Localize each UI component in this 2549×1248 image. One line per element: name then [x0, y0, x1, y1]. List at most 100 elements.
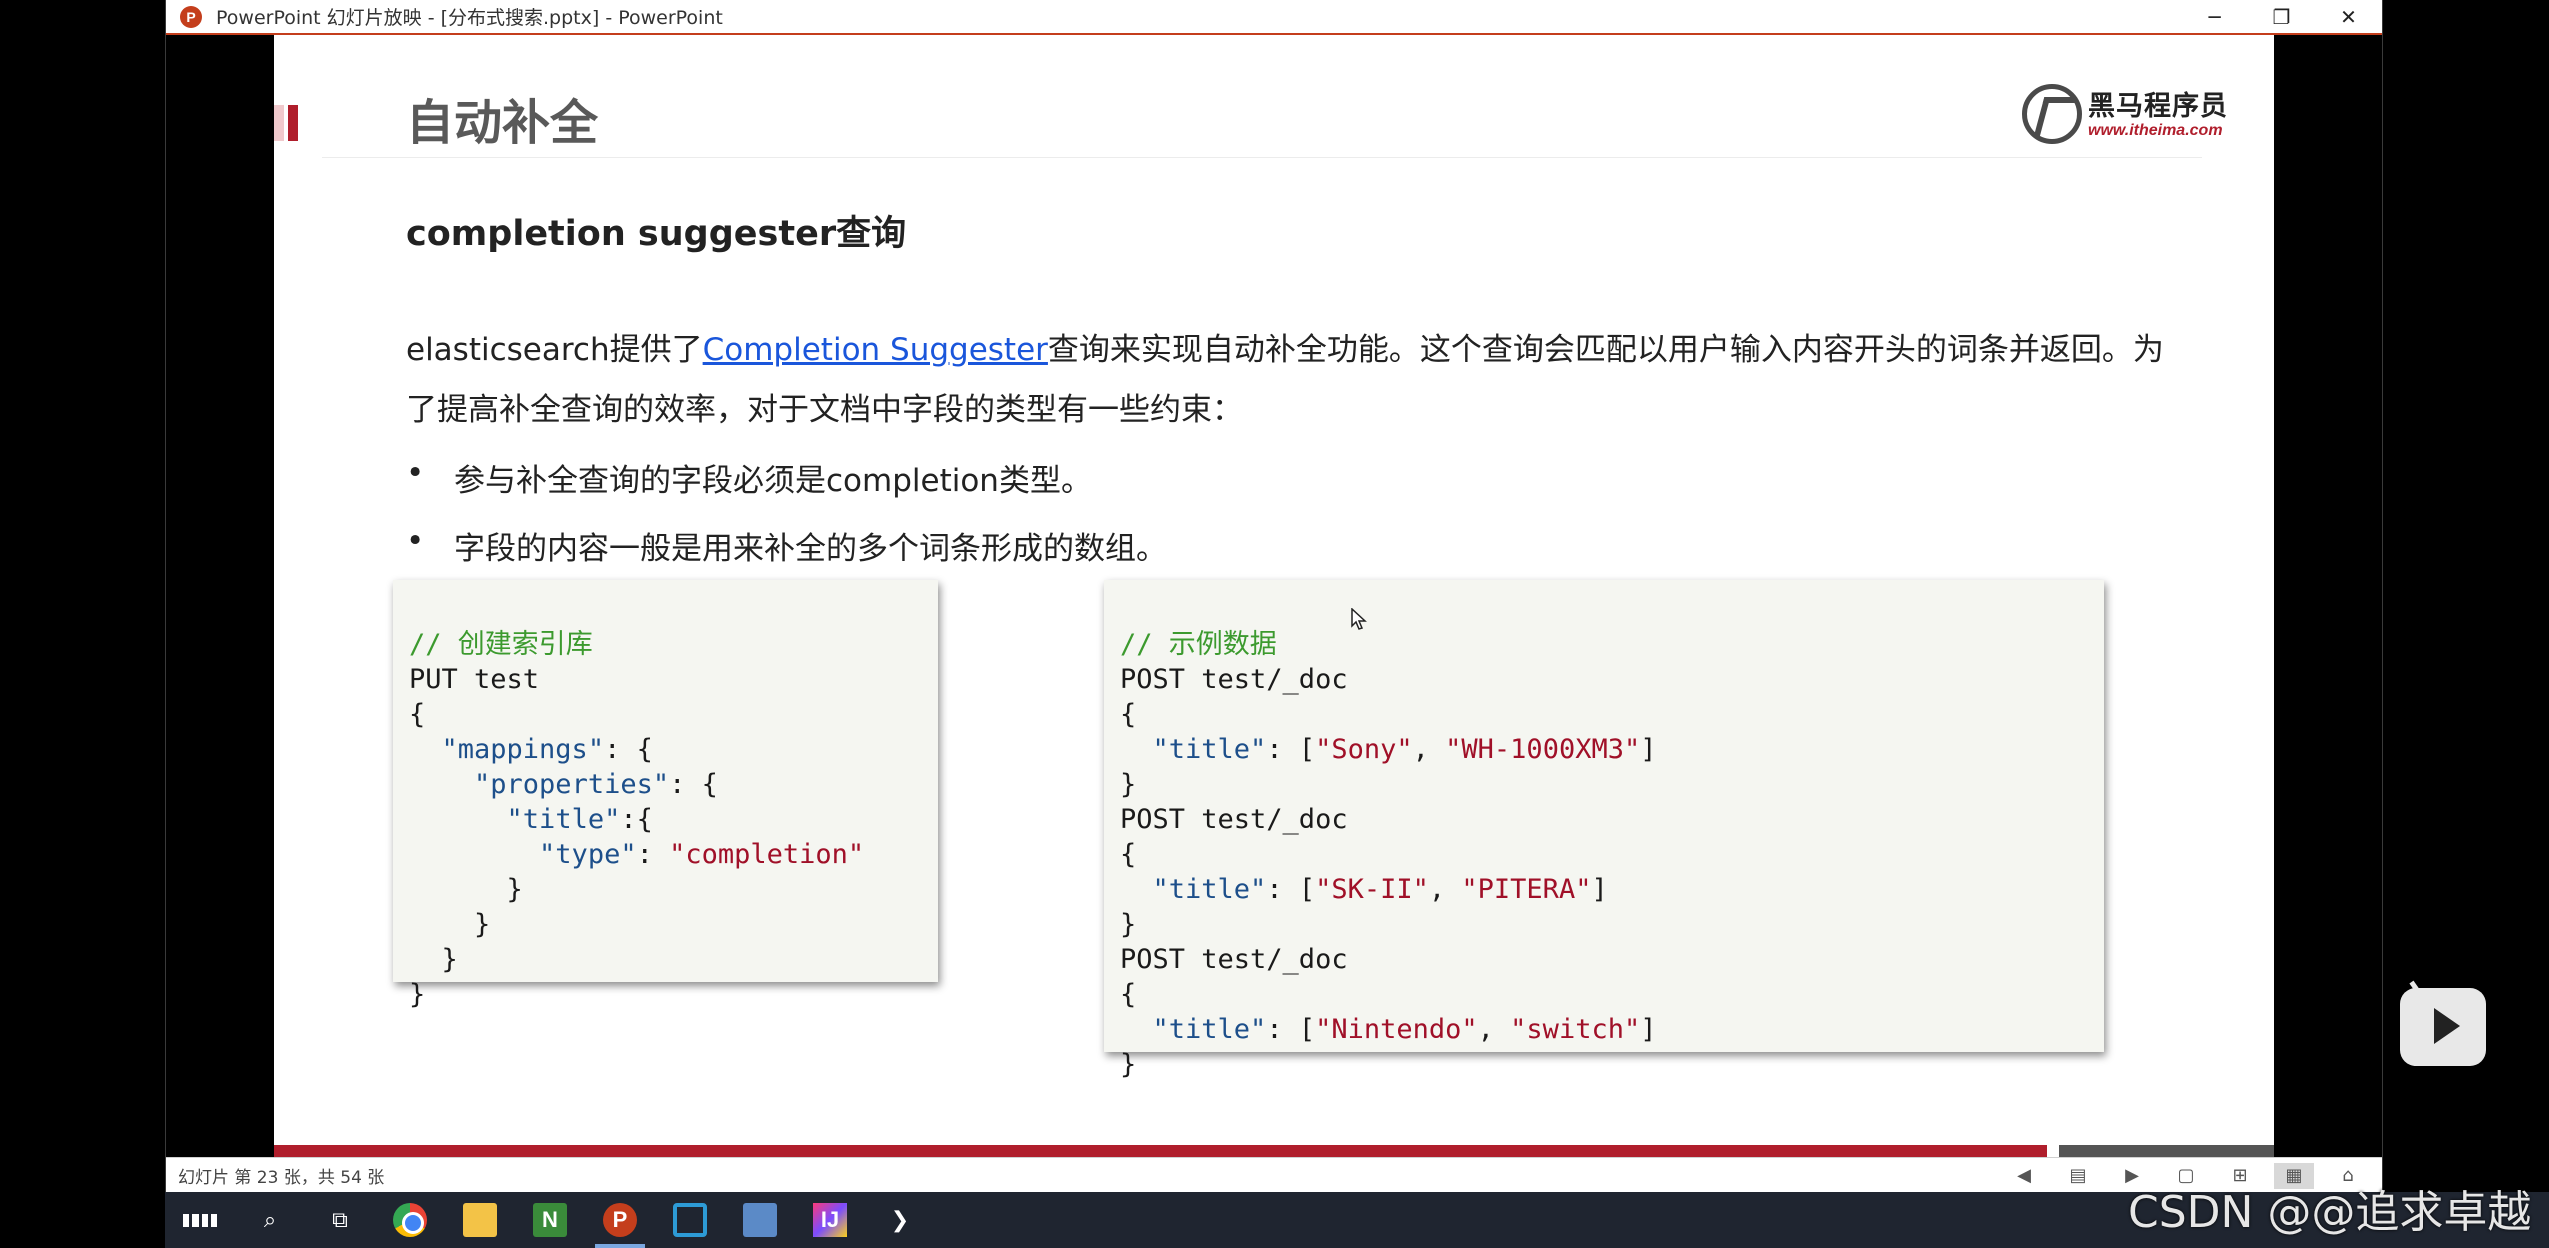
bullet-text: 字段的内容一般是用来补全的多个词条形成的数组。	[454, 531, 1167, 567]
slide-footer-bar-dark	[2059, 1145, 2274, 1157]
code-punct: }	[506, 874, 523, 905]
code-line: {	[1120, 839, 1137, 870]
code-punct: : {	[604, 734, 653, 765]
taskbar-intellij-idea[interactable]: IJ	[795, 1192, 865, 1248]
code-line: }	[409, 979, 426, 1010]
code-line: }	[1120, 769, 1137, 800]
logo-brand-name: 黑马程序员	[2088, 91, 2228, 122]
taskbar-virtualbox[interactable]	[655, 1192, 725, 1248]
slide[interactable]: 自动补全 黑马程序员 www.itheima.com completion su…	[274, 35, 2274, 1157]
code-key: "mappings"	[441, 734, 605, 765]
status-bar: 幻灯片 第 23 张，共 54 张 ◀ ▤ ▶ ▢ ⊞ ▦ ⌂	[166, 1157, 2382, 1192]
code-line: "title": ["SK-II", "PITERA"]	[1152, 874, 1608, 905]
code-line: "title": ["Nintendo", "switch"]	[1152, 1014, 1657, 1045]
code-line: "title": ["Sony", "WH-1000XM3"]	[1152, 734, 1657, 765]
taskbar-chrome[interactable]	[375, 1192, 445, 1248]
search-icon: ⌕	[263, 1207, 277, 1233]
csdn-watermark: CSDN @@追求卓越	[2128, 1187, 2532, 1238]
code-line: }	[409, 942, 922, 977]
code-string: "Nintendo"	[1315, 1014, 1478, 1045]
code-string: "SK-II"	[1315, 874, 1429, 905]
slideshow-stage[interactable]: 自动补全 黑马程序员 www.itheima.com completion su…	[166, 35, 2382, 1157]
windows-start-icon	[183, 1203, 217, 1237]
intro-paragraph: elasticsearch提供了Completion Suggester查询来实…	[406, 320, 2166, 440]
sample-data-code-block: // 示例数据 POST test/_doc { "title": ["Sony",…	[1104, 580, 2104, 1080]
bilibili-play-icon[interactable]	[2400, 988, 2486, 1066]
code-key: "title"	[506, 804, 621, 835]
create-index-code-block: // 创建索引库 PUT test{ "mappings": { "propert…	[393, 580, 938, 1010]
slide-menu-button[interactable]: ▤	[2058, 1163, 2098, 1189]
slide-counter: 幻灯片 第 23 张，共 54 张	[178, 1167, 385, 1188]
slide-footer-bar	[274, 1145, 2047, 1157]
title-divider	[322, 157, 2202, 158]
taskbar-search-button[interactable]: ⌕	[235, 1192, 305, 1248]
code-punct: }	[441, 944, 458, 975]
itheima-logo: 黑马程序员 www.itheima.com	[2022, 80, 2232, 150]
close-button[interactable]: ✕	[2315, 0, 2382, 33]
code-line: POST test/_doc	[1120, 944, 1348, 975]
virtualbox-icon	[673, 1203, 707, 1237]
code-line: }	[409, 872, 922, 907]
code-string: "Sony"	[1315, 734, 1413, 765]
horse-logo-icon	[2022, 84, 2082, 144]
code-comment: // 创建索引库	[409, 629, 593, 660]
code-punct: : {	[669, 769, 718, 800]
bullet-item: • 参与补全查询的字段必须是completion类型。	[406, 455, 1092, 500]
code-punct: :	[636, 839, 670, 870]
code-line: "type": "completion"	[409, 837, 922, 872]
code-key: "type"	[539, 839, 637, 870]
code-string: "WH-1000XM3"	[1445, 734, 1641, 765]
window-title: PowerPoint 幻灯片放映 - [分布式搜索.pptx] - PowerP…	[216, 7, 723, 29]
code-line: POST test/_doc	[1120, 664, 1348, 695]
taskbar-notepad-plus-plus[interactable]: N	[515, 1192, 585, 1248]
code-line: "properties": {	[409, 767, 922, 802]
code-line: "title":{	[409, 802, 922, 837]
code-line: }	[409, 907, 922, 942]
notepad-plus-plus-icon: N	[533, 1203, 567, 1237]
previous-slide-button[interactable]: ◀	[2004, 1163, 2044, 1189]
vscode-icon: ❯	[890, 1207, 910, 1233]
code-comment: // 示例数据	[1120, 629, 1277, 660]
chrome-icon	[393, 1203, 427, 1237]
bullet-dot: •	[406, 523, 425, 559]
code-punct: :{	[620, 804, 653, 835]
code-line: {	[1120, 979, 1137, 1010]
powerpoint-window: P PowerPoint 幻灯片放映 - [分布式搜索.pptx] - Powe…	[165, 0, 2383, 1192]
logo-url: www.itheima.com	[2088, 122, 2223, 139]
restore-button[interactable]: ❐	[2248, 0, 2315, 33]
section-subheading: completion suggester查询	[406, 214, 907, 254]
title-bar: P PowerPoint 幻灯片放映 - [分布式搜索.pptx] - Powe…	[166, 0, 2382, 35]
code-string: "switch"	[1510, 1014, 1641, 1045]
completion-suggester-link[interactable]: Completion Suggester	[703, 332, 1048, 368]
code-line: POST test/_doc	[1120, 804, 1348, 835]
code-string: "PITERA"	[1461, 874, 1592, 905]
code-line: {	[409, 699, 426, 730]
code-punct: }	[474, 909, 491, 940]
window-controls: ─ ❐ ✕	[2181, 0, 2382, 33]
code-key: "properties"	[474, 769, 670, 800]
code-key: "title"	[1152, 1014, 1267, 1045]
bullet-text: 参与补全查询的字段必须是completion类型。	[454, 463, 1092, 499]
taskbar-vscode[interactable]: ❯	[865, 1192, 935, 1248]
task-view-button[interactable]: ⧉	[305, 1192, 375, 1248]
powerpoint-app-icon[interactable]: P	[180, 5, 202, 28]
code-line: PUT test	[409, 664, 540, 695]
bullet-item: • 字段的内容一般是用来补全的多个词条形成的数组。	[406, 523, 1167, 568]
minimize-button[interactable]: ─	[2181, 0, 2248, 33]
code-line: {	[1120, 699, 1137, 730]
code-key: "title"	[1152, 734, 1267, 765]
taskbar-remote-desktop[interactable]	[725, 1192, 795, 1248]
code-line: }	[1120, 1049, 1137, 1080]
code-key: "title"	[1152, 874, 1267, 905]
file-explorer-icon	[463, 1203, 497, 1237]
remote-desktop-icon	[743, 1203, 777, 1237]
slide-title: 自动补全	[406, 95, 599, 151]
intellij-idea-icon: IJ	[813, 1203, 847, 1237]
taskbar-powerpoint[interactable]: P	[585, 1192, 655, 1248]
code-line: "mappings": {	[409, 732, 922, 767]
bullet-dot: •	[406, 455, 425, 491]
taskbar-file-explorer[interactable]	[445, 1192, 515, 1248]
start-button[interactable]	[165, 1192, 235, 1248]
title-accent-bar	[274, 105, 298, 141]
code-line: }	[1120, 909, 1137, 940]
